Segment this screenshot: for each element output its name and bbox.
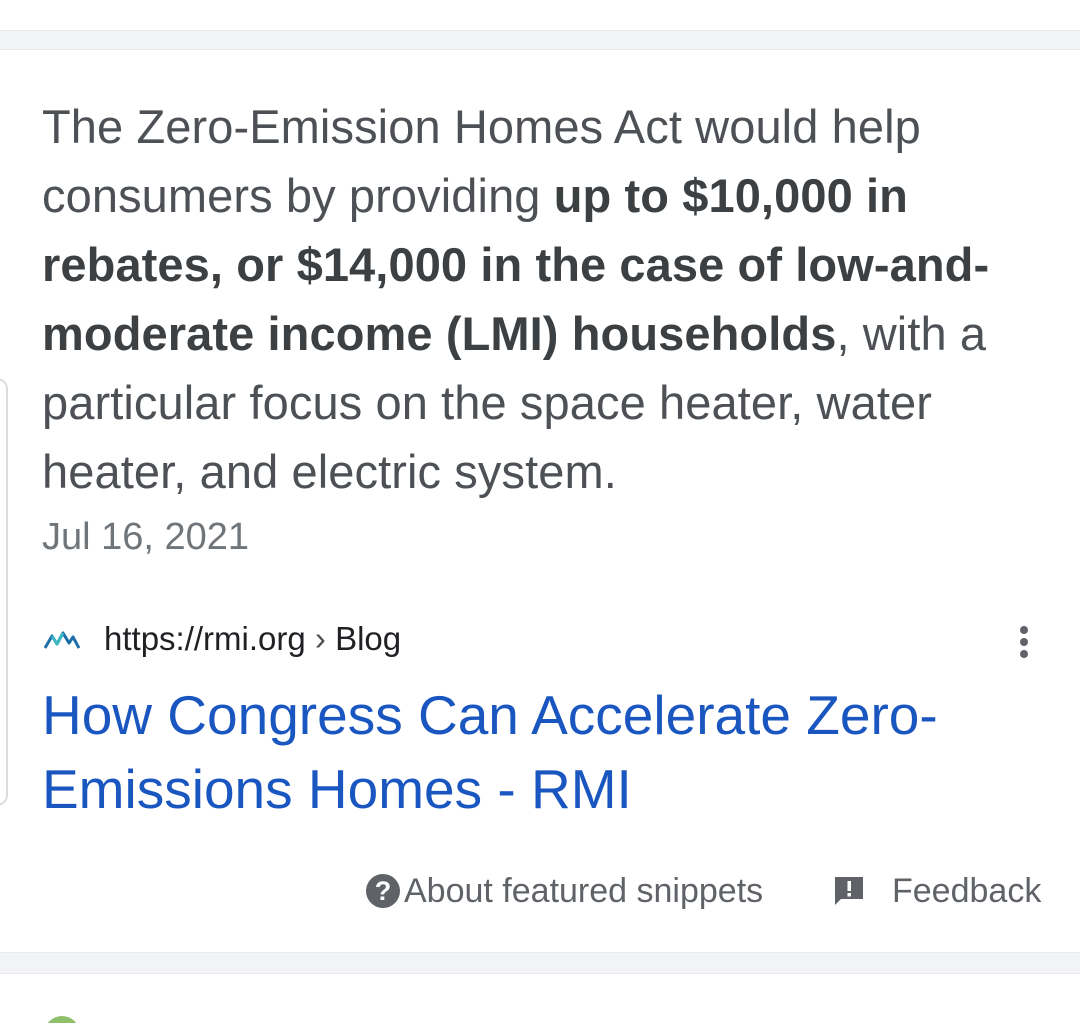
source-domain: https://rmi.org bbox=[104, 620, 306, 657]
about-label: About featured snippets bbox=[404, 871, 764, 910]
more-vertical-icon bbox=[1020, 626, 1028, 658]
next-result-favicon bbox=[44, 1016, 80, 1023]
search-result-page: The Zero-Emission Homes Act would help c… bbox=[0, 0, 1080, 1023]
section-divider bbox=[0, 952, 1080, 974]
feedback-icon bbox=[832, 874, 866, 908]
more-options-button[interactable] bbox=[1002, 620, 1046, 664]
feedback-button[interactable]: Feedback bbox=[832, 866, 1041, 916]
help-circle-icon: ? bbox=[366, 874, 400, 908]
result-title-link[interactable]: How Congress Can Accelerate Zero-Emissio… bbox=[42, 678, 1042, 826]
featured-snippet-text: The Zero-Emission Homes Act would help c… bbox=[42, 92, 1052, 506]
feedback-label: Feedback bbox=[892, 871, 1042, 910]
side-panel-edge bbox=[0, 378, 8, 806]
rmi-logo-icon bbox=[42, 619, 82, 659]
source-url: https://rmi.org › Blog bbox=[104, 620, 401, 658]
snippet-date: Jul 16, 2021 bbox=[42, 516, 250, 558]
about-featured-snippets-link[interactable]: ? About featured snippets bbox=[366, 866, 763, 916]
source-path: Blog bbox=[335, 620, 402, 657]
breadcrumb-separator: › bbox=[314, 620, 326, 657]
result-source[interactable]: https://rmi.org › Blog bbox=[42, 612, 401, 666]
section-divider bbox=[0, 30, 1080, 50]
